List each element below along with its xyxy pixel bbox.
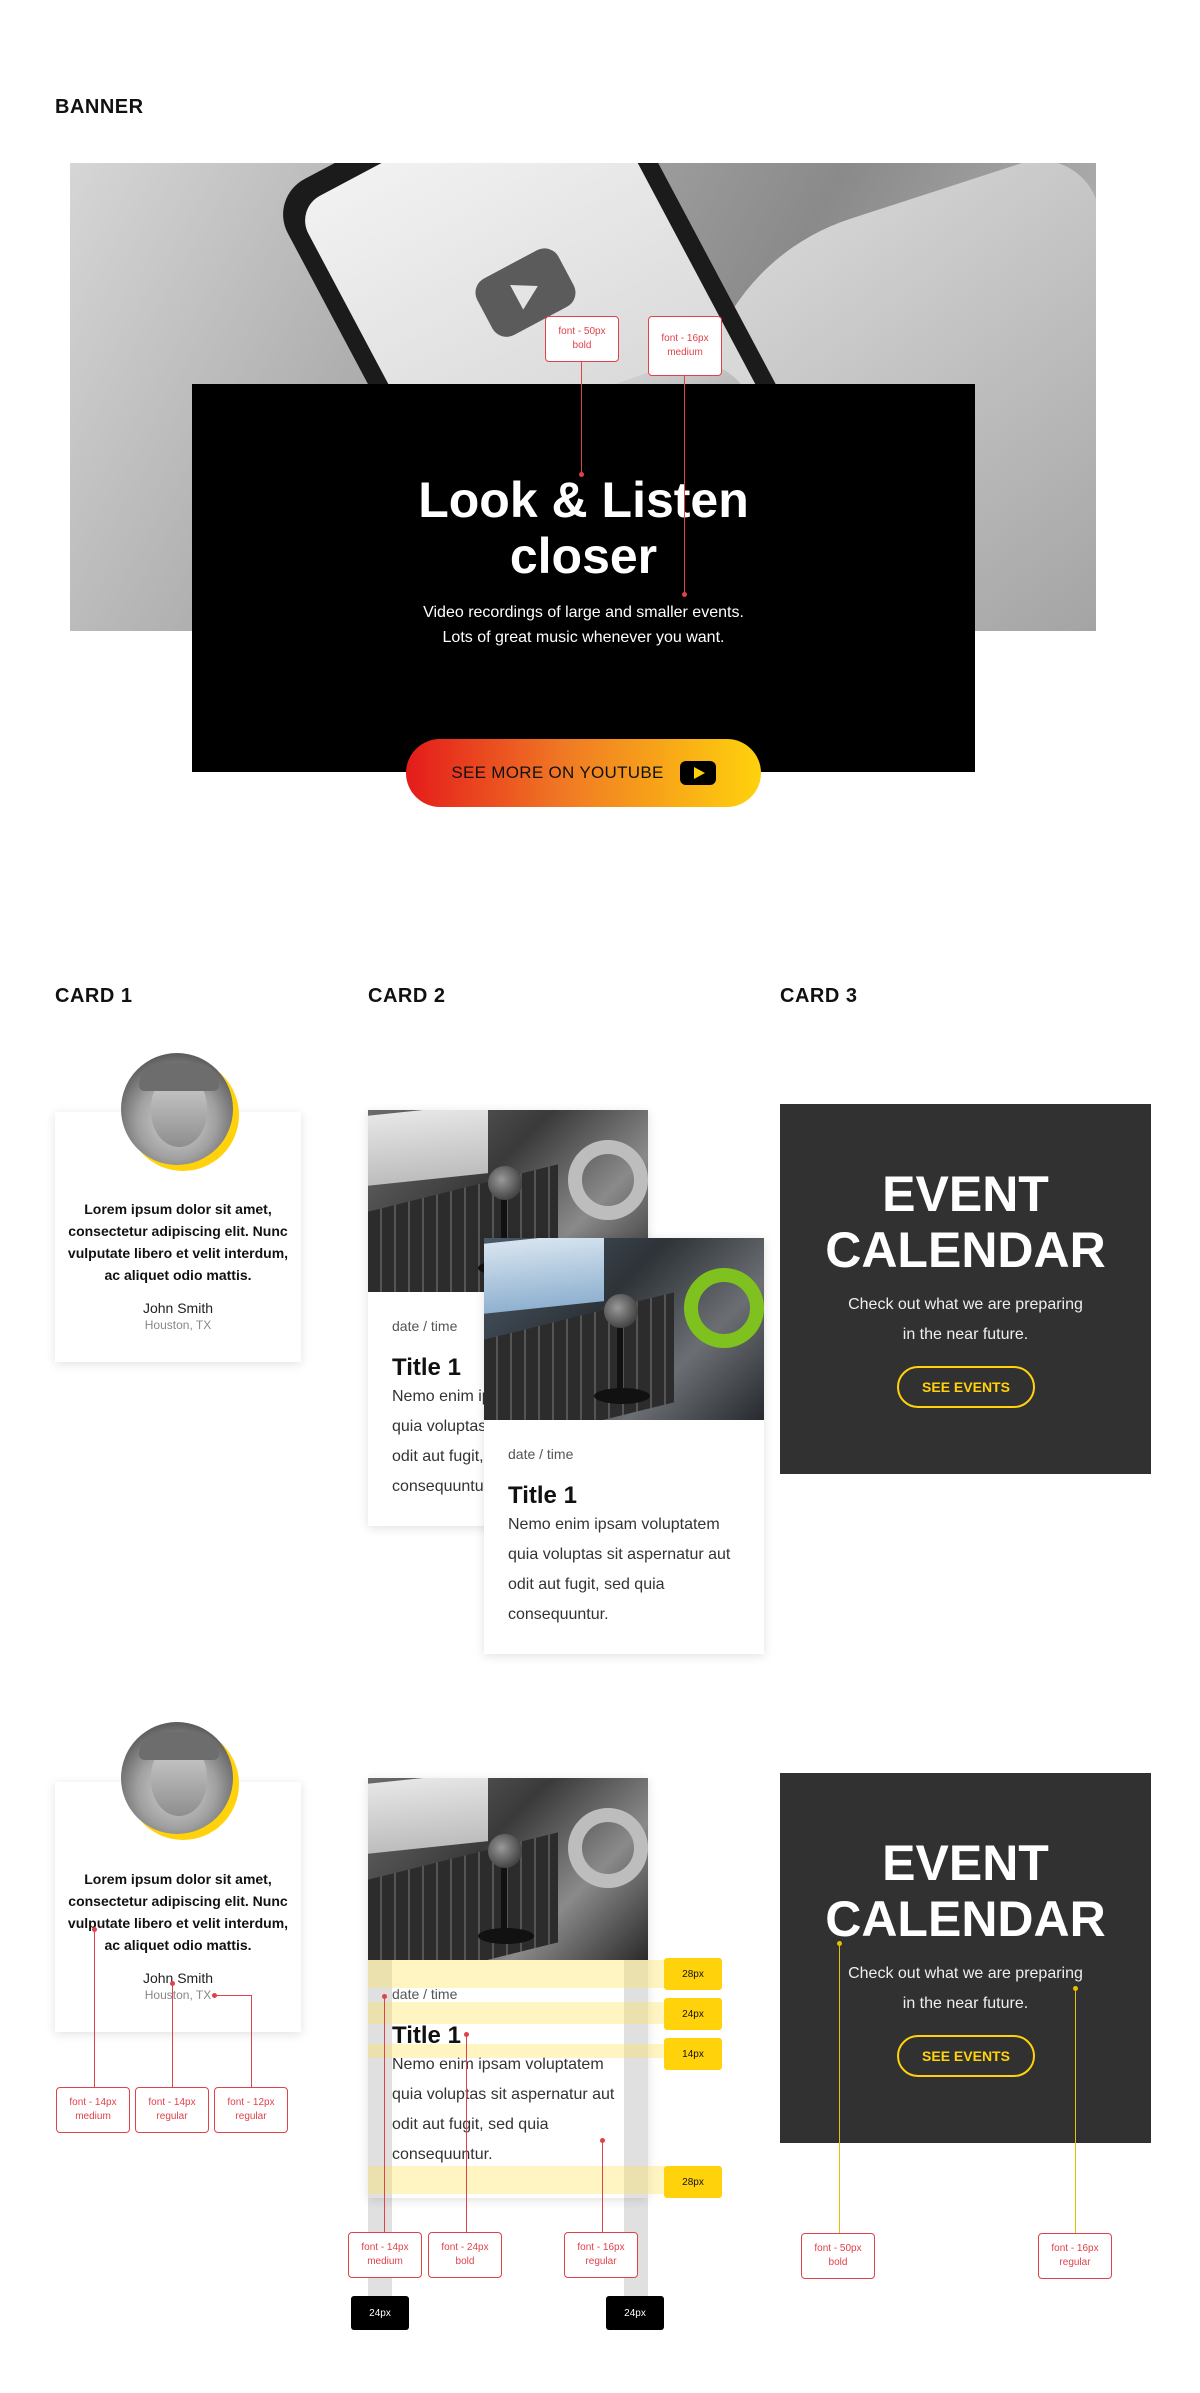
banner-title-line1: Look & Listen <box>418 472 749 528</box>
avatar <box>121 1053 239 1171</box>
spacing-guide <box>368 2044 704 2058</box>
event-card-front[interactable]: date / time Title 1 Nemo enim ipsam volu… <box>484 1238 764 1654</box>
event-card-title: Title 1 <box>508 1482 577 1509</box>
banner-subtitle-line1: Video recordings of large and smaller ev… <box>423 604 744 621</box>
microphone-icon <box>488 1166 522 1200</box>
card3-section-label: CARD 3 <box>780 985 858 1007</box>
youtube-icon <box>679 761 716 785</box>
testimonial-quote: Lorem ipsum dolor sit amet, consectetur … <box>67 1201 289 1283</box>
testimonial-location: Houston, TX <box>144 1988 212 2002</box>
microphone-icon <box>488 1834 522 1868</box>
button-label: SEE MORE ON YOUTUBE <box>451 763 664 782</box>
banner-subtitle-line2: Lots of great music whenever you want. <box>442 629 725 646</box>
testimonial-location: Houston, TX <box>144 1318 212 1332</box>
annotation-line <box>251 1995 252 2087</box>
annotation-name-font: font - 14px regular <box>135 2087 209 2133</box>
annotation-line <box>384 1996 385 2232</box>
avatar <box>121 1722 239 1840</box>
event-calendar-card-annotated: EVENT CALENDAR Check out what we are pre… <box>780 1773 1151 2143</box>
event-calendar-card: EVENT CALENDAR Check out what we are pre… <box>780 1104 1151 1474</box>
spacing-guide <box>368 2002 704 2024</box>
annotation-line <box>214 1995 252 1996</box>
event-card-date: date / time <box>392 1318 458 1334</box>
spacing-tag: 28px <box>664 2166 722 2198</box>
annotation-line <box>581 362 582 474</box>
annotation-subtitle-font: font - 16px medium <box>648 316 722 376</box>
event-card-image <box>484 1238 764 1420</box>
banner-section-label: BANNER <box>55 96 144 118</box>
event-card-body: Nemo enim ipsam voluptatem quia voluptas… <box>508 1516 731 1623</box>
see-events-button[interactable]: SEE EVENTS <box>897 1366 1035 1408</box>
annotation-line <box>602 2140 603 2232</box>
annotation-title-font: font - 24px bold <box>428 2232 502 2278</box>
annotation-calendar-sub-font: font - 16px regular <box>1038 2233 1112 2279</box>
testimonial-name: John Smith <box>142 1300 214 1316</box>
event-card-date: date / time <box>392 1986 458 2002</box>
annotation-calendar-title-font: font - 50px bold <box>801 2233 875 2279</box>
banner-subtitle: Video recordings of large and smaller ev… <box>192 600 975 650</box>
annotation-quote-font: font - 14px medium <box>56 2087 130 2133</box>
gutter-tag-left: 24px <box>351 2296 409 2330</box>
spacing-tag: 14px <box>664 2038 722 2070</box>
spacing-tag: 24px <box>664 1998 722 2030</box>
annotation-dot <box>682 592 687 597</box>
spacing-guide <box>368 1960 704 1988</box>
annotation-line <box>684 376 685 594</box>
annotation-date-font: font - 14px medium <box>348 2232 422 2278</box>
annotation-body-font: font - 16px regular <box>564 2232 638 2278</box>
event-card-image <box>368 1778 648 1960</box>
event-card-body: Nemo enim ipsam voluptatem quia voluptas… <box>392 2056 615 2163</box>
event-calendar-subtitle: Check out what we are preparing in the n… <box>848 1965 1083 2012</box>
event-calendar-title: EVENT CALENDAR <box>780 1166 1151 1278</box>
banner-title: Look & Listen closer <box>192 472 975 584</box>
event-card-annotated[interactable]: date / time Title 1 Nemo enim ipsam volu… <box>368 1778 648 2198</box>
event-calendar-title-line1: EVENT <box>882 1166 1049 1222</box>
event-card-date: date / time <box>508 1446 574 1462</box>
event-calendar-title-line1: EVENT <box>882 1835 1049 1891</box>
event-calendar-title-line2: CALENDAR <box>825 1891 1106 1947</box>
annotation-title-font: font - 50px bold <box>545 316 619 362</box>
see-more-youtube-button[interactable]: SEE MORE ON YOUTUBE <box>406 739 761 807</box>
annotation-line <box>1075 1988 1076 2233</box>
event-calendar-subtitle: Check out what we are preparing in the n… <box>848 1296 1083 1343</box>
spacing-guide <box>368 2166 704 2194</box>
event-calendar-title-line2: CALENDAR <box>825 1222 1106 1278</box>
see-events-button[interactable]: SEE EVENTS <box>897 2035 1035 2077</box>
annotation-dot <box>579 472 584 477</box>
microphone-icon <box>604 1294 638 1328</box>
banner-content-box: Look & Listen closer Video recordings of… <box>192 384 975 772</box>
annotation-line <box>172 1983 173 2087</box>
gutter-tag-right: 24px <box>606 2296 664 2330</box>
spacing-tag: 28px <box>664 1958 722 1990</box>
annotation-line <box>839 1943 840 2233</box>
annotation-line <box>94 1929 95 2087</box>
annotation-line <box>466 2034 467 2232</box>
event-card-title: Title 1 <box>392 1354 461 1381</box>
testimonial-quote: Lorem ipsum dolor sit amet, consectetur … <box>67 1871 289 1953</box>
card2-section-label: CARD 2 <box>368 985 446 1007</box>
annotation-location-font: font - 12px regular <box>214 2087 288 2133</box>
banner-title-line2: closer <box>509 528 658 584</box>
event-calendar-title: EVENT CALENDAR <box>780 1835 1151 1947</box>
card1-section-label: CARD 1 <box>55 985 133 1007</box>
testimonial-name: John Smith <box>142 1970 214 1986</box>
